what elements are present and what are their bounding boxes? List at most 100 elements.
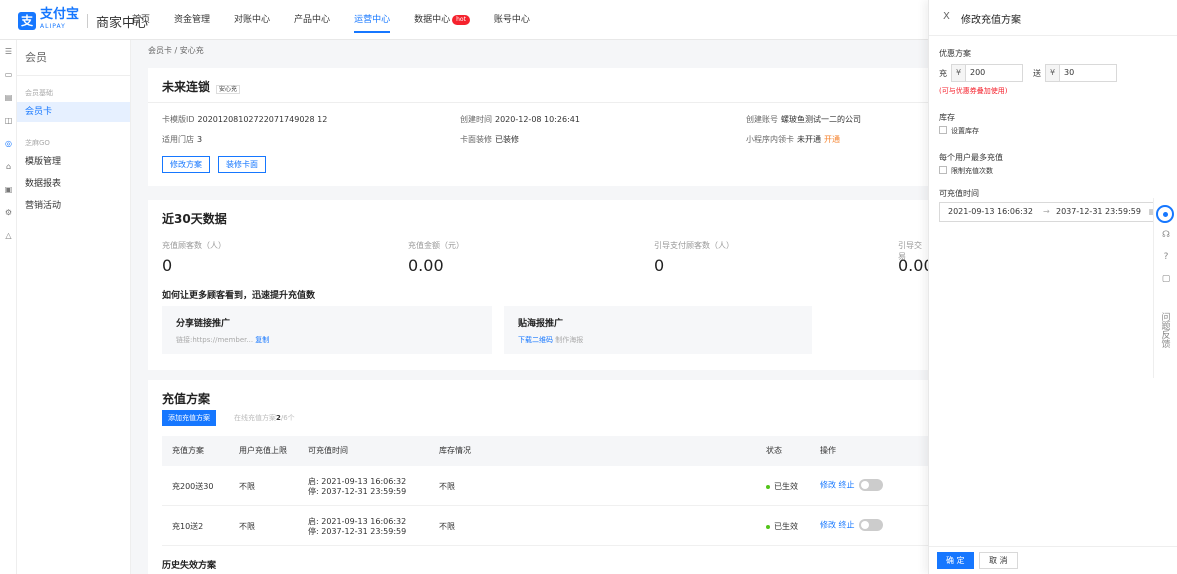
breadcrumb: 会员卡 / 安心充 <box>148 46 204 55</box>
nav-data[interactable]: 数据中心 hot <box>414 0 470 40</box>
currency-prefix: ¥ <box>952 65 966 81</box>
stat-label-amount: 充值金额（元） <box>408 241 464 250</box>
date-start: 2021-09-13 16:06:32 <box>948 207 1033 216</box>
document-icon[interactable]: ▤ <box>0 86 17 109</box>
sidebar-item-marketing[interactable]: 营销活动 <box>17 196 130 216</box>
stock-label: 库存 <box>939 113 955 122</box>
th-stock: 库存情况 <box>439 446 471 455</box>
decorate-card-button[interactable]: 装修卡面 <box>218 156 266 173</box>
promo-share-text: 链接:https://member... 复制 <box>176 336 270 344</box>
shield-icon[interactable]: △ <box>0 224 17 247</box>
top-nav: 首页 资金管理 对账中心 产品中心 运营中心 数据中心 hot 账号中心 <box>132 0 554 40</box>
table-header: 充值方案 用户充值上限 可充值时间 库存情况 状态 操作 <box>162 436 928 466</box>
wallet-icon[interactable]: ▣ <box>0 178 17 201</box>
shop-icon[interactable]: ⌂ <box>0 155 17 178</box>
copy-link[interactable]: 复制 <box>255 336 269 344</box>
template-id: 卡模版ID 20201208102722071749028 12 <box>162 115 328 124</box>
panel-footer: 确 定 取 消 <box>929 546 1177 574</box>
stat-value-guided: 0 <box>654 256 665 275</box>
edit-plan-panel: X 修改充值方案 优惠方案 充 ¥200 送 ¥30 (可与优惠券叠加使用) 库… <box>928 0 1177 574</box>
sidebar-group-zhima: 芝麻GO <box>25 139 50 147</box>
download-qr-link[interactable]: 下载二维码 <box>518 336 553 344</box>
monitor-icon[interactable]: ▭ <box>0 63 17 86</box>
howto-title: 如何让更多顾客看到，迅速提升充值数 <box>162 291 316 301</box>
nav-products[interactable]: 产品中心 <box>294 0 330 40</box>
nav-reconcile[interactable]: 对账中心 <box>234 0 270 40</box>
bag-icon[interactable]: ◫ <box>0 109 17 132</box>
stop-link[interactable]: 终止 <box>839 481 855 490</box>
plan-toggle[interactable] <box>858 519 883 531</box>
promo-share-link: 分享链接推广 链接:https://member... 复制 <box>162 306 492 354</box>
bonus-amount-input[interactable]: ¥30 <box>1045 64 1117 82</box>
th-actions: 操作 <box>820 446 836 455</box>
th-plan: 充值方案 <box>172 446 204 455</box>
sidebar: 会员 会员基础 会员卡 芝麻GO 模版管理 数据报表 营销活动 <box>17 40 131 574</box>
close-icon[interactable]: X <box>943 11 950 22</box>
created-account: 创建账号 螺玻鱼测试一二的公司 <box>746 115 861 124</box>
plan-toggle[interactable] <box>858 479 883 491</box>
nav-operations[interactable]: 运营中心 <box>354 0 391 40</box>
make-poster-link[interactable]: 制作海报 <box>555 336 583 344</box>
status-dot-icon <box>766 524 770 529</box>
assistant-robot-icon[interactable] <box>1156 205 1174 223</box>
cell-plan-name: 充10送2 <box>172 522 204 531</box>
promo-poster-text: 下载二维码 制作海报 <box>518 335 583 345</box>
promo-share-title: 分享链接推广 <box>176 319 231 329</box>
set-stock-checkbox[interactable]: 设置库存 <box>939 126 979 136</box>
feedback-link[interactable]: 问题反馈 <box>1160 300 1172 360</box>
member-icon[interactable]: ◎ <box>0 132 17 155</box>
headset-icon[interactable]: ☊ <box>1154 230 1177 252</box>
cell-actions: 修改 终止 <box>820 519 883 531</box>
edit-link[interactable]: 修改 <box>820 521 836 530</box>
edit-plan-button[interactable]: 修改方案 <box>162 156 210 173</box>
stop-link[interactable]: 终止 <box>839 521 855 530</box>
sidebar-item-reports[interactable]: 数据报表 <box>17 174 130 194</box>
brand[interactable]: 支 支付宝 ALIPAY 商家中心 <box>18 8 148 31</box>
date-range-picker[interactable]: 2021-09-13 16:06:32 → 2037-12-31 23:59:5… <box>939 202 1161 222</box>
panel-title: 修改充值方案 <box>961 15 1021 26</box>
cell-plan-name: 充200送30 <box>172 482 214 491</box>
sidebar-item-member-card[interactable]: 会员卡 <box>17 102 130 122</box>
brand-divider <box>87 14 89 28</box>
history-title: 历史失效方案 <box>162 561 217 571</box>
per-user-label: 每个用户最多充值 <box>939 153 1003 162</box>
edit-link[interactable]: 修改 <box>820 481 836 490</box>
alipay-logo-icon: 支 <box>18 12 36 30</box>
plans-title: 充值方案 <box>162 392 211 406</box>
miniapp-open-link[interactable]: 开通 <box>824 135 840 144</box>
nav-funds[interactable]: 资金管理 <box>174 0 210 40</box>
plans-card: 充值方案 添加充值方案 在线充值方案2/6个 充值方案 用户充值上限 可充值时间… <box>148 380 928 574</box>
stat-label-guided: 引导支付顾客数（人） <box>654 241 734 250</box>
add-plan-button[interactable]: 添加充值方案 <box>162 410 216 426</box>
currency-prefix: ¥ <box>1046 65 1060 81</box>
checkbox-icon <box>939 166 947 174</box>
menu-icon[interactable]: ☰ <box>0 40 17 63</box>
cancel-button[interactable]: 取 消 <box>979 552 1018 569</box>
status-dot-icon <box>766 484 770 489</box>
stat-value-amount: 0.00 <box>408 256 444 275</box>
floating-help-bar: ☊ ? ▢ 问题反馈 <box>1153 198 1177 378</box>
card-info: 未来连锁 安心充 卡模版ID 20201208102722071749028 12 … <box>148 68 928 186</box>
recharge-amount-input[interactable]: ¥200 <box>951 64 1023 82</box>
panel-header: X 修改充值方案 <box>929 0 1177 36</box>
settings-icon[interactable]: ⚙ <box>0 201 17 224</box>
card-type-tag: 安心充 <box>216 85 241 94</box>
checkbox-icon <box>939 126 947 134</box>
limit-times-checkbox[interactable]: 限制充值次数 <box>939 166 993 176</box>
sidebar-item-templates[interactable]: 模版管理 <box>17 152 130 172</box>
nav-home[interactable]: 首页 <box>132 0 150 40</box>
nav-account[interactable]: 账号中心 <box>494 0 530 40</box>
offer-label: 优惠方案 <box>939 49 971 58</box>
arrow-right-icon: → <box>1043 207 1050 216</box>
card-decor: 卡面装修 已装修 <box>460 135 519 144</box>
th-status: 状态 <box>766 446 782 455</box>
confirm-button[interactable]: 确 定 <box>937 552 974 569</box>
stat-value-trade: 0.00 <box>898 256 928 275</box>
help-icon[interactable]: ? <box>1154 252 1177 274</box>
online-plan-count: 在线充值方案2/6个 <box>234 414 295 422</box>
promo-poster-title: 贴海报推广 <box>518 319 564 329</box>
th-limit: 用户充值上限 <box>239 446 287 455</box>
new-icon[interactable]: ▢ <box>1154 274 1177 296</box>
date-end: 2037-12-31 23:59:59 <box>1056 207 1141 216</box>
cell-status: 已生效 <box>766 521 798 532</box>
